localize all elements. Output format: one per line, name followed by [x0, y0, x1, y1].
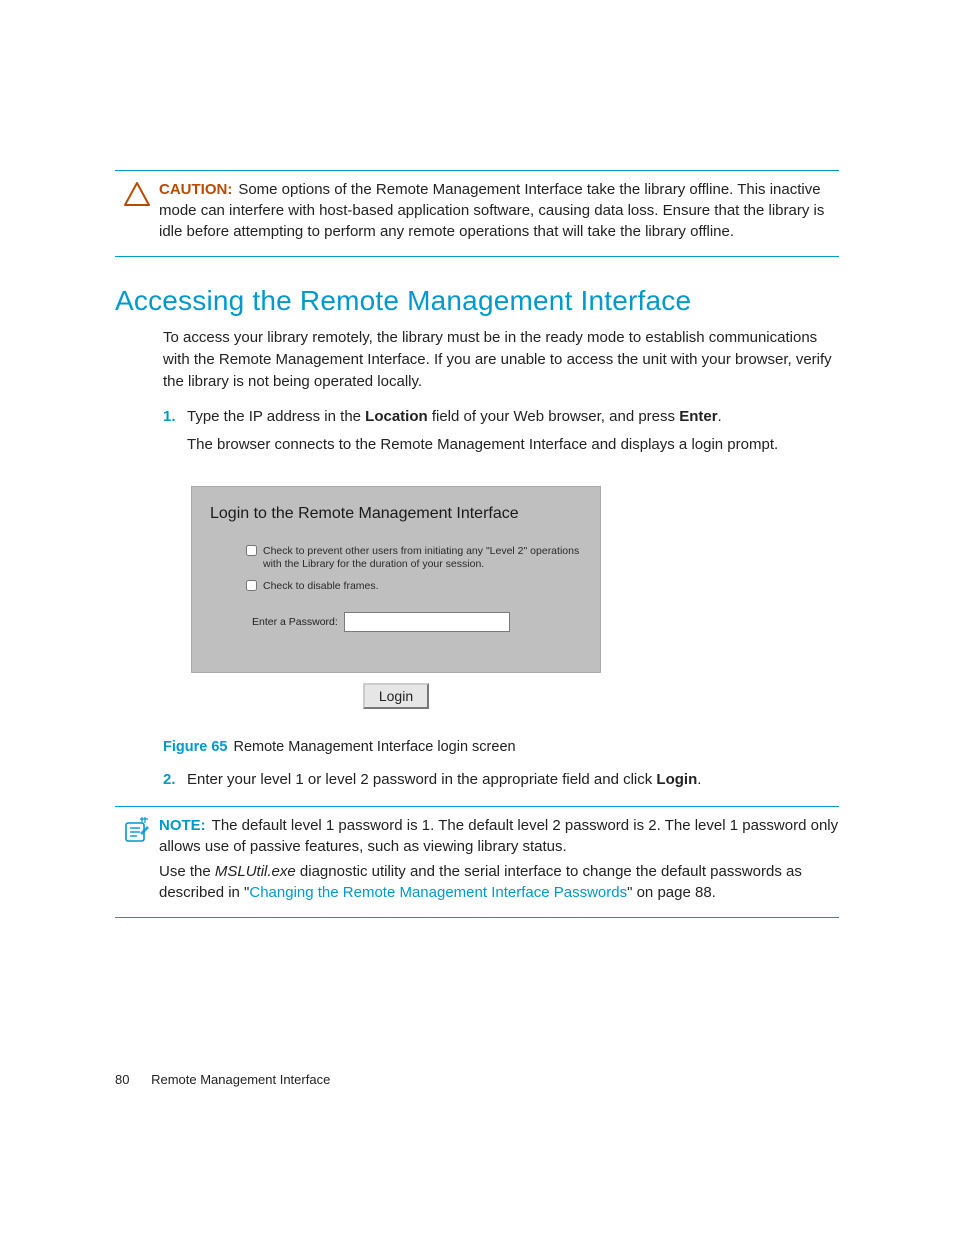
note-line1: The default level 1 password is 1. The d…	[159, 817, 838, 855]
checkbox-prevent-level2[interactable]	[246, 545, 257, 556]
step-2: 2. Enter your level 1 or level 2 passwor…	[163, 769, 839, 791]
check-prevent-level2-label: Check to prevent other users from initia…	[263, 545, 582, 572]
note-link[interactable]: Changing the Remote Management Interface…	[249, 884, 627, 901]
rule-top-note	[115, 806, 839, 807]
caution-body: CAUTION:Some options of the Remote Manag…	[159, 179, 839, 242]
page-footer: 80 Remote Management Interface	[115, 1072, 330, 1087]
check-prevent-level2[interactable]: Check to prevent other users from initia…	[246, 545, 582, 572]
step1-pre: Type the IP address in the	[187, 408, 365, 425]
caution-label: CAUTION:	[159, 181, 232, 198]
footer-title: Remote Management Interface	[151, 1072, 330, 1087]
check-disable-frames[interactable]: Check to disable frames.	[246, 580, 582, 594]
step1-bold2: Enter	[679, 408, 717, 425]
step1-post: .	[718, 408, 722, 425]
note-icon	[115, 815, 159, 843]
caution-icon	[115, 179, 159, 207]
step1-mid: field of your Web browser, and press	[428, 408, 680, 425]
password-label: Enter a Password:	[252, 616, 338, 628]
note-body: NOTE:The default level 1 password is 1. …	[159, 815, 839, 903]
footer-page-number: 80	[115, 1072, 129, 1087]
note-callout: NOTE:The default level 1 password is 1. …	[115, 813, 839, 909]
figure-caption: Figure 65 Remote Management Interface log…	[163, 739, 839, 755]
login-panel-title: Login to the Remote Management Interface	[210, 505, 582, 523]
login-panel: Login to the Remote Management Interface…	[191, 486, 601, 673]
check-disable-frames-label: Check to disable frames.	[263, 580, 379, 594]
figure-label: Figure 65	[163, 739, 227, 755]
login-screenshot: Login to the Remote Management Interface…	[191, 486, 601, 709]
checkbox-disable-frames[interactable]	[246, 580, 257, 591]
note-line2-post: " on page 88.	[627, 884, 716, 901]
figure-text: Remote Management Interface login screen	[233, 739, 515, 755]
step-1: 1. Type the IP address in the Location f…	[163, 406, 839, 456]
note-line2-pre: Use the	[159, 863, 215, 880]
password-input[interactable]	[344, 612, 510, 632]
step1-sub: The browser connects to the Remote Manag…	[187, 434, 839, 456]
step2-post: .	[697, 771, 701, 788]
note-line2: Use the MSLUtil.exe diagnostic utility a…	[159, 861, 839, 903]
intro-paragraph: To access your library remotely, the lib…	[163, 327, 839, 392]
note-label: NOTE:	[159, 817, 206, 834]
login-button-row: Login	[191, 683, 601, 709]
rule-top-caution	[115, 170, 839, 171]
section-heading: Accessing the Remote Management Interfac…	[115, 285, 839, 317]
password-row: Enter a Password:	[252, 612, 582, 632]
step-2-body: Enter your level 1 or level 2 password i…	[187, 769, 839, 791]
step2-bold: Login	[656, 771, 697, 788]
rule-bottom-caution	[115, 256, 839, 257]
step2-pre: Enter your level 1 or level 2 password i…	[187, 771, 656, 788]
login-button[interactable]: Login	[363, 683, 429, 709]
step1-bold1: Location	[365, 408, 428, 425]
caution-callout: CAUTION:Some options of the Remote Manag…	[115, 177, 839, 248]
step-number-2: 2.	[163, 771, 181, 788]
step-1-body: Type the IP address in the Location fiel…	[187, 406, 839, 456]
rule-bottom-note	[115, 917, 839, 918]
caution-text: Some options of the Remote Management In…	[159, 181, 824, 240]
step-number: 1.	[163, 408, 181, 425]
note-line2-file: MSLUtil.exe	[215, 863, 296, 880]
